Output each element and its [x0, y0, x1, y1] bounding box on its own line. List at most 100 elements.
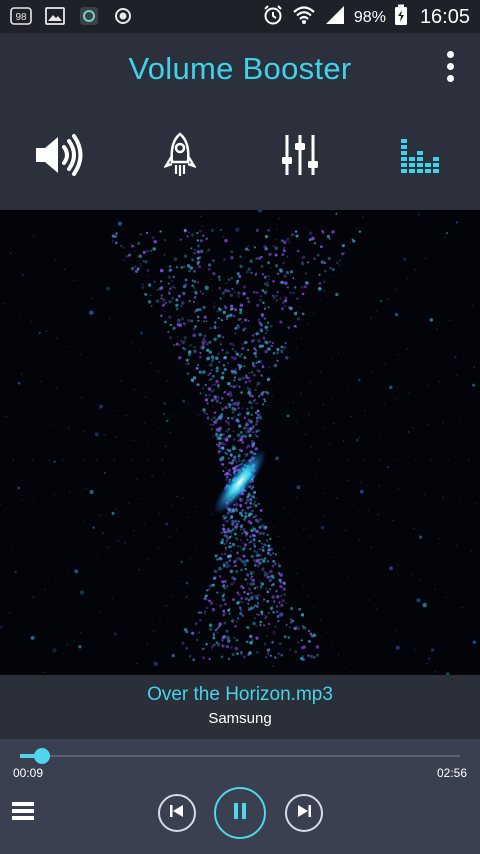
particle — [168, 535, 171, 538]
particle — [255, 625, 258, 628]
particle — [275, 605, 279, 608]
particle — [216, 310, 220, 313]
particle — [117, 218, 119, 220]
particle — [211, 628, 214, 630]
particle — [316, 253, 320, 257]
particle — [209, 628, 212, 631]
particle — [219, 557, 223, 561]
particle — [117, 540, 120, 542]
particle — [145, 231, 149, 235]
particle — [151, 475, 153, 478]
tab-volume[interactable] — [0, 105, 120, 210]
particle — [252, 621, 256, 626]
particle — [254, 388, 258, 392]
particle — [376, 608, 378, 610]
particle — [255, 423, 258, 426]
particle — [4, 303, 6, 305]
particle — [447, 459, 450, 461]
particle — [274, 625, 277, 628]
particle — [233, 532, 237, 536]
overflow-menu-icon[interactable] — [442, 51, 458, 85]
skip-previous-icon — [169, 804, 185, 823]
particle — [111, 511, 115, 515]
visualizer-canvas[interactable] — [0, 210, 480, 675]
particle — [140, 653, 143, 656]
particle — [304, 272, 308, 275]
particle — [233, 356, 237, 361]
tab-visualizer[interactable] — [360, 105, 480, 210]
seek-thumb[interactable] — [34, 748, 50, 764]
particle — [245, 374, 248, 377]
particle — [434, 588, 436, 591]
particle — [237, 295, 240, 298]
particle — [210, 601, 214, 605]
particle — [208, 267, 210, 270]
particle — [181, 641, 185, 645]
particle — [177, 294, 181, 298]
particle — [197, 611, 201, 614]
particle — [305, 285, 308, 289]
particle — [371, 371, 374, 373]
particle — [255, 272, 258, 275]
seek-bar[interactable] — [20, 748, 460, 764]
tab-equalizer[interactable] — [240, 105, 360, 210]
particle — [243, 563, 247, 567]
particle — [162, 303, 166, 307]
particle — [397, 564, 399, 566]
particle — [263, 642, 267, 646]
particle — [225, 629, 229, 633]
particle — [183, 570, 185, 572]
particle — [176, 495, 179, 498]
particle — [164, 238, 167, 242]
playlist-menu-icon[interactable] — [12, 802, 34, 822]
particle — [156, 491, 159, 494]
particle — [232, 385, 236, 389]
particle — [159, 280, 163, 283]
particle — [213, 326, 217, 330]
next-button[interactable] — [285, 794, 323, 832]
particle — [208, 584, 212, 588]
particle — [266, 290, 269, 292]
particle — [274, 553, 278, 556]
particle — [261, 549, 265, 552]
particle — [227, 511, 230, 514]
particle — [471, 613, 474, 616]
particle — [284, 296, 288, 300]
particle — [230, 416, 234, 420]
particle — [96, 554, 98, 556]
tab-boost[interactable] — [120, 105, 240, 210]
particle — [215, 366, 219, 370]
particle — [456, 544, 458, 547]
particle — [244, 543, 247, 547]
previous-button[interactable] — [158, 794, 196, 832]
particle — [163, 320, 167, 324]
particle — [244, 454, 248, 458]
particle — [230, 514, 233, 518]
particle — [249, 392, 252, 395]
particle — [239, 303, 244, 307]
particle — [193, 280, 197, 283]
particle — [293, 286, 297, 289]
particle — [249, 547, 252, 550]
clock: 16:05 — [419, 6, 470, 28]
particle — [193, 346, 196, 349]
particle — [257, 256, 261, 260]
particle — [248, 588, 252, 591]
particle — [236, 272, 240, 276]
particle — [259, 298, 263, 302]
particle — [226, 519, 230, 523]
particle — [246, 626, 250, 630]
particle — [428, 384, 430, 387]
particle — [332, 275, 334, 277]
particle — [454, 355, 457, 359]
particle — [246, 411, 250, 415]
particle — [213, 337, 217, 341]
particle — [272, 252, 275, 255]
particle — [205, 237, 209, 241]
particle — [419, 579, 422, 581]
pause-button[interactable] — [214, 787, 266, 839]
particle — [177, 580, 180, 583]
particle — [213, 302, 216, 304]
particle — [224, 306, 228, 309]
particle — [376, 310, 378, 312]
